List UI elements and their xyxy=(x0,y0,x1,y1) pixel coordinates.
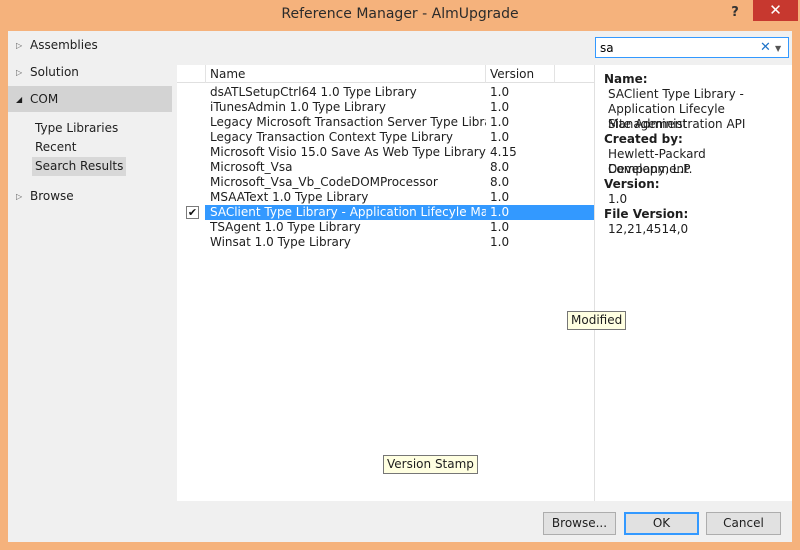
row-name: Microsoft_Vsa xyxy=(210,160,293,174)
row-version: 1.0 xyxy=(490,130,510,144)
reference-manager-window: Reference Manager - AlmUpgrade ? ✕ ▷ Asse… xyxy=(0,0,800,550)
nav-item-solution[interactable]: ▷ Solution xyxy=(8,59,172,85)
window-title: Reference Manager - AlmUpgrade xyxy=(281,6,519,22)
row-name: Legacy Transaction Context Type Library xyxy=(210,130,453,144)
row-name: Microsoft_Vsa_Vb_CodeDOMProcessor xyxy=(210,175,438,189)
version-label: Version: xyxy=(604,177,660,191)
nav-item-com[interactable]: ◢ COM xyxy=(8,86,172,112)
nav-item-label: Assemblies xyxy=(30,38,98,52)
list-row[interactable]: iTunesAdmin 1.0 Type Library 1.0 xyxy=(177,100,594,115)
row-version: 1.0 xyxy=(490,205,510,219)
created-by-value-line: Company, L.P. xyxy=(608,162,693,176)
version-value: 1.0 xyxy=(608,192,628,206)
nav-item-assemblies[interactable]: ▷ Assemblies xyxy=(8,32,172,58)
nav-item-label: Solution xyxy=(30,65,79,79)
nav-item-browse[interactable]: ▷ Browse xyxy=(8,183,172,209)
row-version: 1.0 xyxy=(490,190,510,204)
nav-item-label: Browse xyxy=(30,189,74,203)
row-version: 1.0 xyxy=(490,100,510,114)
reference-list: Name Version dsATLSetupCtrl64 1.0 Type L… xyxy=(177,65,594,501)
checkbox-column-header xyxy=(177,65,206,83)
nav-sub-search-results[interactable]: Search Results xyxy=(32,157,127,176)
row-version: 1.0 xyxy=(490,85,510,99)
list-row[interactable]: Winsat 1.0 Type Library 1.0 xyxy=(177,235,594,250)
expand-arrow-icon[interactable]: ▷ xyxy=(16,184,30,210)
row-version: 1.0 xyxy=(490,115,510,129)
row-name: Microsoft Visio 15.0 Save As Web Type Li… xyxy=(210,145,486,159)
name-value-line: Site Administration API xyxy=(608,117,746,131)
list-row-selected[interactable]: ✔ SAClient Type Library - Application Li… xyxy=(177,205,594,220)
row-version: 8.0 xyxy=(490,160,510,174)
list-row[interactable]: TSAgent 1.0 Type Library 1.0 xyxy=(177,220,594,235)
search-box[interactable]: ✕ ▼ xyxy=(595,37,789,58)
list-row[interactable]: Legacy Microsoft Transaction Server Type… xyxy=(177,115,594,130)
row-name: MSAAText 1.0 Type Library xyxy=(210,190,369,204)
dialog-client-area: ▷ Assemblies ▷ Solution ◢ COM Type Librarie… xyxy=(8,31,792,542)
list-row[interactable]: Microsoft Visio 15.0 Save As Web Type Li… xyxy=(177,145,594,160)
expand-arrow-icon[interactable]: ▷ xyxy=(16,60,30,86)
name-label: Name: xyxy=(604,72,648,86)
file-version-value: 12,21,4514,0 xyxy=(608,222,689,236)
list-row[interactable]: Microsoft_Vsa 8.0 xyxy=(177,160,594,175)
cancel-button[interactable]: Cancel xyxy=(706,512,781,535)
ok-button[interactable]: OK xyxy=(624,512,699,535)
close-button[interactable]: ✕ xyxy=(753,0,798,21)
row-version: 8.0 xyxy=(490,175,510,189)
row-name: TSAgent 1.0 Type Library xyxy=(210,220,361,234)
row-name: SAClient Type Library - Application Life… xyxy=(210,205,486,219)
browse-button[interactable]: Browse... xyxy=(543,512,616,535)
column-header-name[interactable]: Name xyxy=(206,65,486,83)
nav-sub-recent[interactable]: Recent xyxy=(32,138,79,157)
include-checkbox[interactable]: ✔ xyxy=(186,206,199,219)
title-bar[interactable]: Reference Manager - AlmUpgrade ? ✕ xyxy=(0,0,800,31)
row-name: iTunesAdmin 1.0 Type Library xyxy=(210,100,386,114)
row-version: 1.0 xyxy=(490,220,510,234)
row-name: dsATLSetupCtrl64 1.0 Type Library xyxy=(210,85,417,99)
list-header: Name Version xyxy=(177,65,594,83)
row-name: Winsat 1.0 Type Library xyxy=(210,235,351,249)
list-row[interactable]: Microsoft_Vsa_Vb_CodeDOMProcessor 8.0 xyxy=(177,175,594,190)
collapse-arrow-icon[interactable]: ◢ xyxy=(16,87,30,113)
search-input[interactable] xyxy=(600,40,750,55)
search-dropdown-icon[interactable]: ▼ xyxy=(775,41,787,56)
nav-item-label: COM xyxy=(30,92,59,106)
created-by-label: Created by: xyxy=(604,132,683,146)
nav-sub-type-libraries[interactable]: Type Libraries xyxy=(32,119,121,138)
version-stamp-tooltip: Version Stamp xyxy=(383,455,478,474)
modified-tooltip: Modified xyxy=(567,311,627,330)
row-name: Legacy Microsoft Transaction Server Type… xyxy=(210,115,486,129)
list-row[interactable]: MSAAText 1.0 Type Library 1.0 xyxy=(177,190,594,205)
category-nav: ▷ Assemblies ▷ Solution ◢ COM Type Librarie… xyxy=(8,31,176,501)
list-row[interactable]: dsATLSetupCtrl64 1.0 Type Library 1.0 xyxy=(177,85,594,100)
file-version-label: File Version: xyxy=(604,207,689,221)
expand-arrow-icon[interactable]: ▷ xyxy=(16,33,30,59)
help-button[interactable]: ? xyxy=(722,3,748,23)
details-panel: Name: SAClient Type Library - Applicatio… xyxy=(594,65,792,501)
clear-search-icon[interactable]: ✕ xyxy=(760,40,772,55)
list-row[interactable]: Legacy Transaction Context Type Library … xyxy=(177,130,594,145)
column-header-version[interactable]: Version xyxy=(486,65,555,83)
row-version: 4.15 xyxy=(490,145,517,159)
row-version: 1.0 xyxy=(490,235,510,249)
name-value-line: SAClient Type Library - xyxy=(608,87,744,101)
